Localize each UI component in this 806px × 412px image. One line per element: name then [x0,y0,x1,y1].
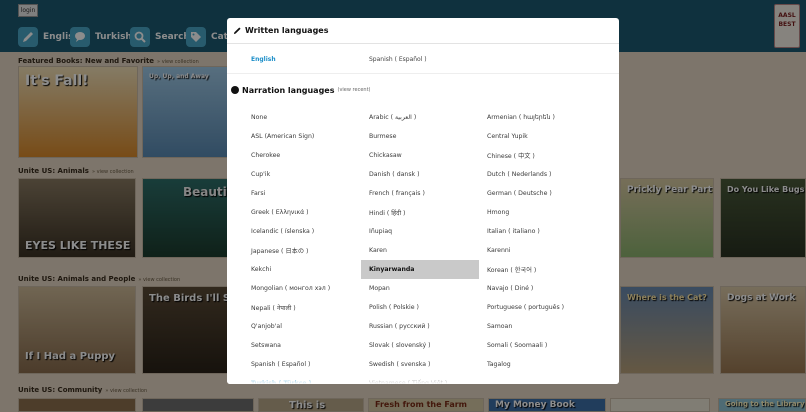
narration-language-item[interactable]: ASL (American Sign) [243,127,361,146]
narration-language-item[interactable]: Danish ( dansk ) [361,165,479,184]
narration-language-item[interactable]: Kinyarwanda [361,260,479,279]
narration-language-item[interactable]: Farsi [243,184,361,203]
narration-language-item[interactable]: Burmese [361,127,479,146]
narration-language-item[interactable]: Armenian ( hայերեն ) [479,108,609,127]
narration-language-item[interactable]: Slovak ( slovenský ) [361,336,479,355]
narration-language-item[interactable]: Russian ( русский ) [361,317,479,336]
narration-language-item[interactable]: Hmong [479,203,609,222]
written-language-english[interactable]: English [251,56,276,63]
narration-language-item[interactable]: Chinese ( 中文 ) [479,146,609,165]
narration-language-item[interactable]: Iñupiaq [361,222,479,241]
narration-language-item[interactable]: Italian ( italiano ) [479,222,609,241]
narration-language-item[interactable]: Central Yupik [479,127,609,146]
narration-language-item[interactable]: Kekchi [243,260,361,279]
written-language-spanish[interactable]: Spanish ( Español ) [369,56,427,63]
narration-language-item[interactable]: Greek ( Ελληνικά ) [243,203,361,222]
narration-language-item[interactable]: Cup'ik [243,165,361,184]
narration-language-item[interactable]: Spanish ( Español ) [243,355,361,374]
written-languages-title: Written languages [245,26,329,35]
narration-language-item[interactable]: Tagalog [479,355,609,374]
speech-bubble-icon [231,86,239,94]
narration-language-item[interactable]: German ( Deutsche ) [479,184,609,203]
language-modal: Written languages English Spanish ( Espa… [227,18,619,384]
narration-language-item[interactable]: Karen [361,241,479,260]
narration-language-item[interactable]: Mopan [361,279,479,298]
narration-language-item[interactable]: Swedish ( svenska ) [361,355,479,374]
narration-language-item[interactable]: French ( français ) [361,184,479,203]
narration-language-item[interactable]: Arabic ( العربية ) [361,108,479,127]
narration-language-item[interactable]: Mongolian ( монгол хэл ) [243,279,361,298]
written-languages-list: English Spanish ( Español ) [227,44,619,74]
view-recent-link[interactable]: (view recent) [338,87,371,93]
narration-language-item[interactable]: Chickasaw [361,146,479,165]
narration-language-item[interactable]: Hindi ( हिंदी ) [361,203,479,222]
narration-language-item[interactable]: None [243,108,361,127]
narration-language-item[interactable]: Q'anjob'al [243,317,361,336]
narration-language-grid: None Arabic ( العربية ) Armenian ( hայերեն… [243,108,609,384]
narration-languages-title: Narration languages [242,85,335,95]
narration-language-item[interactable]: Samoan [479,317,609,336]
pencil-icon [233,27,241,35]
modal-scroll-fade [227,374,619,384]
narration-language-item[interactable]: Cherokee [243,146,361,165]
narration-languages-header: Narration languages (view recent) [227,78,619,102]
narration-language-item[interactable]: Somali ( Soomaali ) [479,336,609,355]
narration-language-item[interactable]: Dutch ( Nederlands ) [479,165,609,184]
narration-language-item[interactable]: Setswana [243,336,361,355]
narration-language-item[interactable]: Polish ( Polskie ) [361,298,479,317]
written-languages-header: Written languages [227,18,619,44]
narration-language-item[interactable]: Karenni [479,241,609,260]
narration-language-item[interactable]: Korean ( 한국어 ) [479,260,609,279]
narration-language-item[interactable]: Icelandic ( íslenska ) [243,222,361,241]
narration-language-item[interactable]: Portuguese ( português ) [479,298,609,317]
narration-language-item[interactable]: Navajo ( Diné ) [479,279,609,298]
narration-language-item[interactable]: Nepali ( नेपाली ) [243,298,361,317]
narration-language-item[interactable]: Japanese ( 日本の ) [243,241,361,260]
